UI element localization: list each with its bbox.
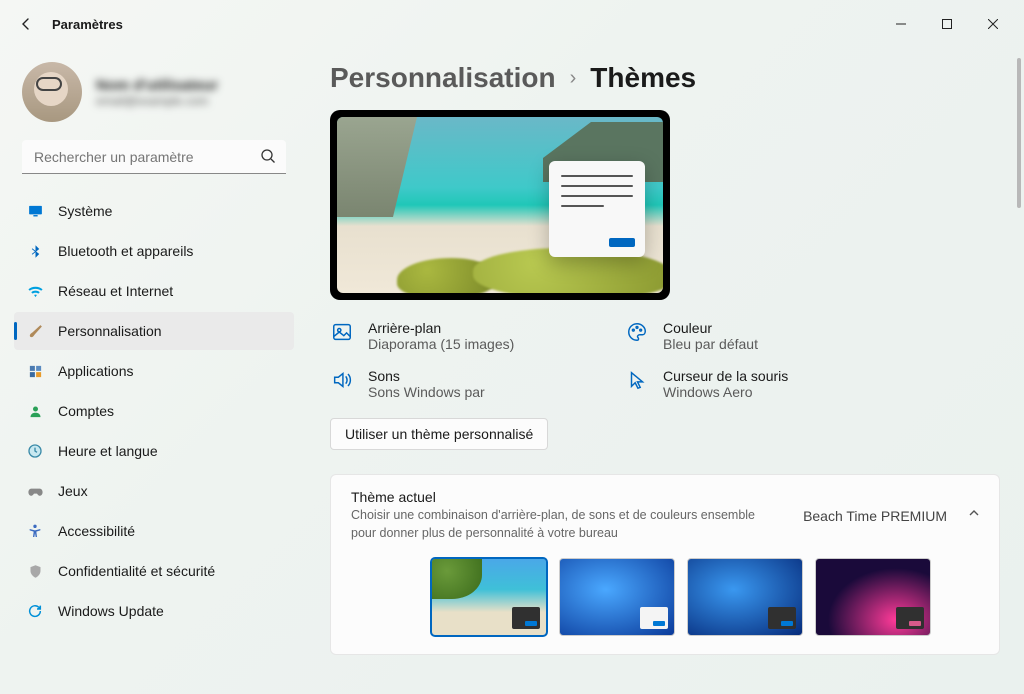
sidebar-item-update[interactable]: Windows Update: [14, 592, 294, 630]
sidebar-item-apps[interactable]: Applications: [14, 352, 294, 390]
use-custom-theme-button[interactable]: Utiliser un thème personnalisé: [330, 418, 548, 450]
nav-list: Système Bluetooth et appareils Réseau et I…: [8, 188, 300, 636]
setting-cursor[interactable]: Curseur de la sourisWindows Aero: [625, 368, 890, 400]
search-icon: [260, 148, 276, 169]
sidebar-item-label: Comptes: [58, 403, 114, 419]
sidebar-item-label: Bluetooth et appareils: [58, 243, 193, 259]
sidebar-item-wifi[interactable]: Réseau et Internet: [14, 272, 294, 310]
account-block[interactable]: Nom d'utilisateur email@example.com: [8, 56, 300, 140]
current-theme-description: Choisir une combinaison d'arrière-plan, …: [351, 507, 771, 542]
accessibility-icon: [26, 522, 44, 540]
image-icon: [330, 320, 354, 344]
sidebar-item-monitor[interactable]: Système: [14, 192, 294, 230]
theme-thumb-1[interactable]: [431, 558, 547, 636]
shield-icon: [26, 562, 44, 580]
close-icon: [988, 19, 998, 29]
current-theme-card: Thème actuel Choisir une combinaison d'a…: [330, 474, 1000, 655]
speaker-icon: [330, 368, 354, 392]
search-box: [22, 140, 286, 174]
update-icon: [26, 602, 44, 620]
back-button[interactable]: [8, 6, 44, 42]
arrow-left-icon: [18, 16, 34, 32]
current-theme-name: Beach Time PREMIUM: [803, 508, 947, 524]
palette-icon: [625, 320, 649, 344]
window-title: Paramètres: [52, 17, 123, 32]
sidebar-item-label: Windows Update: [58, 603, 164, 619]
sidebar-item-label: Jeux: [58, 483, 88, 499]
maximize-button[interactable]: [924, 8, 970, 40]
sidebar-item-label: Accessibilité: [58, 523, 135, 539]
bluetooth-icon: [26, 242, 44, 260]
titlebar: Paramètres: [0, 0, 1024, 48]
brush-icon: [26, 322, 44, 340]
chevron-right-icon: ›: [570, 67, 577, 90]
setting-color[interactable]: CouleurBleu par défaut: [625, 320, 890, 352]
preview-window-mock: [549, 161, 645, 257]
monitor-icon: [26, 202, 44, 220]
sidebar: Nom d'utilisateur email@example.com Syst…: [0, 48, 300, 694]
breadcrumb-parent[interactable]: Personnalisation: [330, 62, 556, 94]
setting-sounds[interactable]: SonsSons Windows par: [330, 368, 595, 400]
scrollbar[interactable]: [1017, 58, 1021, 208]
account-name: Nom d'utilisateur: [96, 77, 218, 94]
theme-preview: [330, 110, 670, 300]
sidebar-item-brush[interactable]: Personnalisation: [14, 312, 294, 350]
sidebar-item-gamepad[interactable]: Jeux: [14, 472, 294, 510]
window-controls: [878, 8, 1016, 40]
apps-icon: [26, 362, 44, 380]
theme-thumb-2[interactable]: [559, 558, 675, 636]
current-theme-title: Thème actuel: [351, 489, 783, 505]
clock-icon: [26, 442, 44, 460]
search-input[interactable]: [22, 140, 286, 174]
sidebar-item-bluetooth[interactable]: Bluetooth et appareils: [14, 232, 294, 270]
theme-settings-grid: Arrière-planDiaporama (15 images) Couleu…: [330, 320, 890, 400]
theme-thumb-4[interactable]: [815, 558, 931, 636]
minimize-button[interactable]: [878, 8, 924, 40]
preview-wallpaper: [337, 117, 663, 293]
sidebar-item-shield[interactable]: Confidentialité et sécurité: [14, 552, 294, 590]
setting-background[interactable]: Arrière-planDiaporama (15 images): [330, 320, 595, 352]
sidebar-item-label: Réseau et Internet: [58, 283, 173, 299]
sidebar-item-person[interactable]: Comptes: [14, 392, 294, 430]
maximize-icon: [942, 19, 952, 29]
close-button[interactable]: [970, 8, 1016, 40]
breadcrumb: Personnalisation › Thèmes: [330, 62, 1000, 94]
sidebar-item-label: Heure et langue: [58, 443, 158, 459]
wifi-icon: [26, 282, 44, 300]
sidebar-item-label: Confidentialité et sécurité: [58, 563, 215, 579]
gamepad-icon: [26, 482, 44, 500]
sidebar-item-label: Personnalisation: [58, 323, 162, 339]
breadcrumb-current: Thèmes: [590, 62, 696, 94]
chevron-up-icon: [967, 506, 981, 525]
theme-thumbnails: [431, 558, 981, 636]
theme-thumb-3[interactable]: [687, 558, 803, 636]
account-email: email@example.com: [96, 94, 218, 108]
content-area: Personnalisation › Thèmes Arrière-planDi…: [300, 48, 1024, 694]
sidebar-item-clock[interactable]: Heure et langue: [14, 432, 294, 470]
sidebar-item-accessibility[interactable]: Accessibilité: [14, 512, 294, 550]
sidebar-item-label: Système: [58, 203, 112, 219]
person-icon: [26, 402, 44, 420]
sidebar-item-label: Applications: [58, 363, 134, 379]
minimize-icon: [896, 19, 906, 29]
current-theme-header[interactable]: Thème actuel Choisir une combinaison d'a…: [351, 489, 981, 542]
cursor-icon: [625, 368, 649, 392]
avatar: [22, 62, 82, 122]
